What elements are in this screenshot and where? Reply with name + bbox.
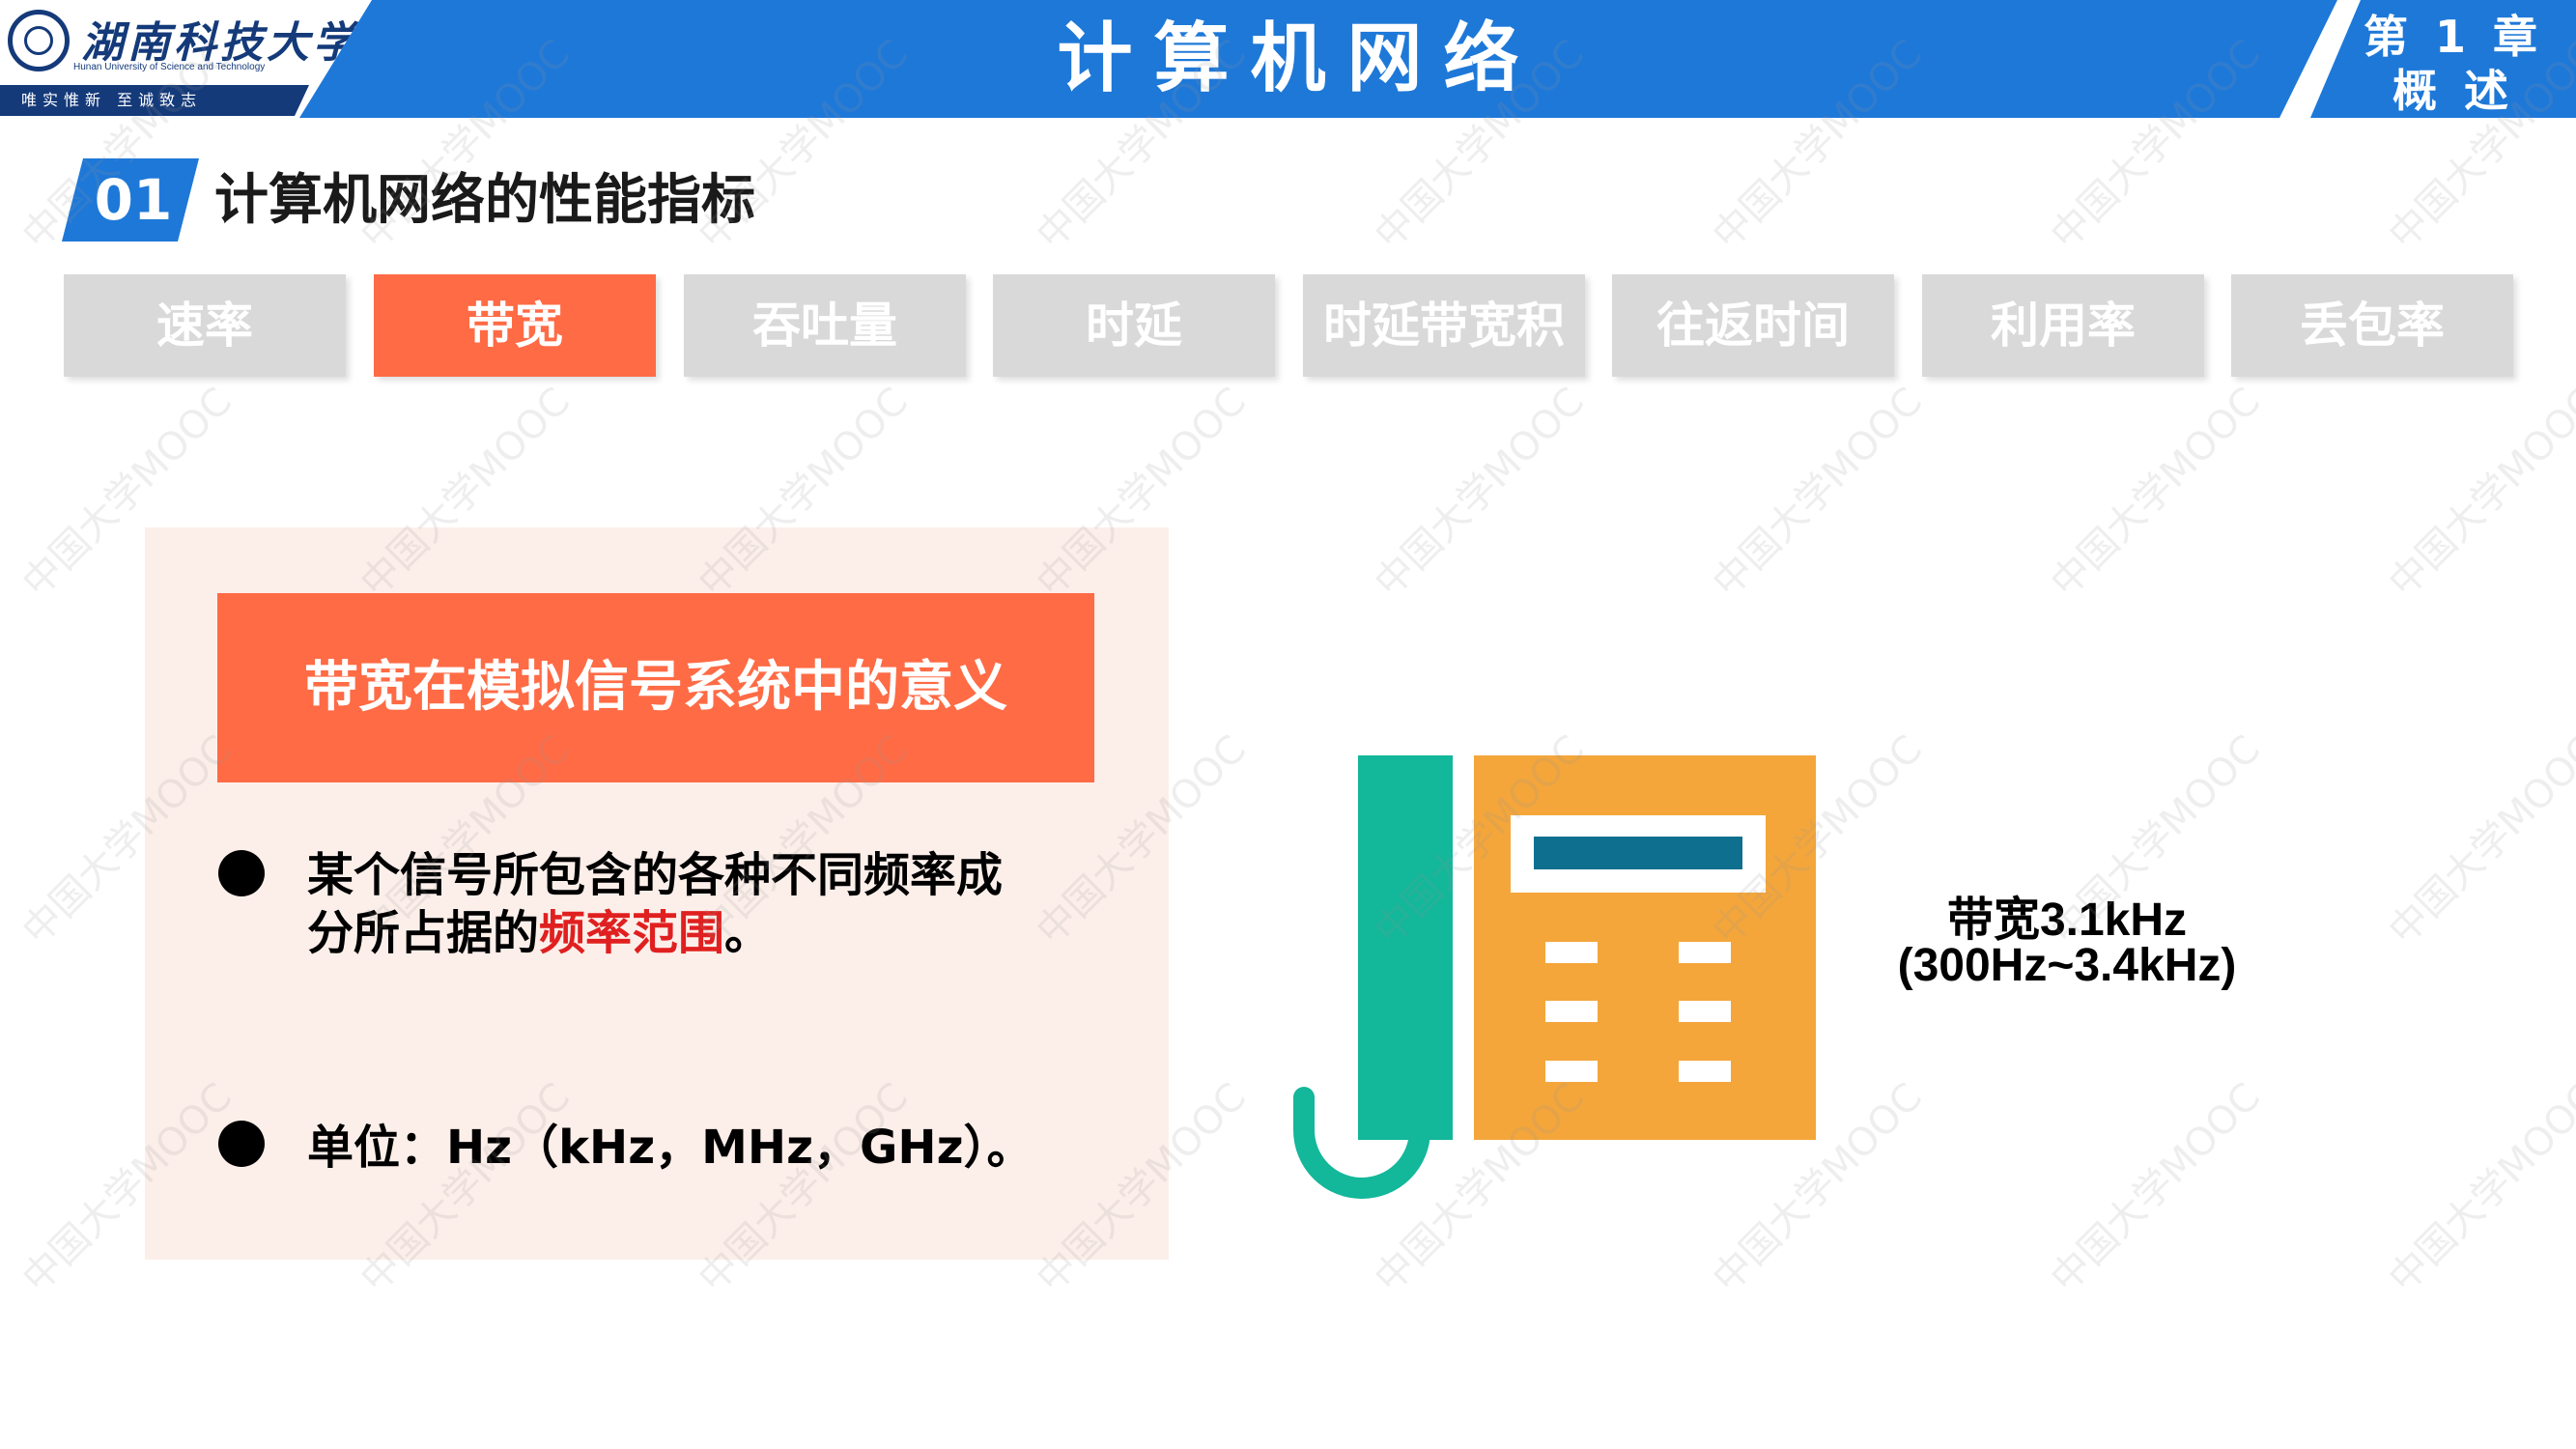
section-number: 01	[62, 158, 199, 242]
watermark-text: 中国大学MOOC	[2381, 380, 2576, 606]
watermark-text: 中国大学MOOC	[2043, 380, 2269, 606]
bullet-1-highlight: 频率范围	[539, 906, 725, 960]
tab-rate[interactable]: 速率	[64, 274, 346, 377]
bandwidth-range: (300Hz~3.4kHz)	[1897, 940, 2237, 991]
bullet-dot-icon	[218, 1121, 265, 1167]
tab-delay-bandwidth-product[interactable]: 时延带宽积	[1303, 274, 1585, 377]
tab-packet-loss[interactable]: 丢包率	[2231, 274, 2513, 377]
bullet-1-suffix: 。	[724, 906, 772, 960]
tab-bandwidth[interactable]: 带宽	[374, 274, 656, 377]
watermark-text: 中国大学MOOC	[1705, 380, 1931, 606]
tab-utilization[interactable]: 利用率	[1922, 274, 2204, 377]
tab-delay[interactable]: 时延	[993, 274, 1275, 377]
tab-round-trip-time[interactable]: 往返时间	[1612, 274, 1894, 377]
bullet-2-text: 单位：Hz（kHz，MHz，GHz）。	[307, 1121, 1033, 1175]
chapter-name: 概 述	[2392, 65, 2514, 117]
telephone-base	[1474, 755, 1816, 1140]
bullet-dot-icon	[218, 850, 265, 896]
watermark-text: 中国大学MOOC	[2381, 1075, 2576, 1301]
bullet-1-prefix: 分所占据的	[307, 906, 540, 960]
watermark-text: 中国大学MOOC	[2381, 727, 2576, 953]
tab-throughput[interactable]: 吞吐量	[684, 274, 966, 377]
course-title: 计算机网络	[1057, 15, 1541, 102]
section-title: 计算机网络的性能指标	[214, 169, 755, 232]
bullet-1-line-1: 某个信号所包含的各种不同频率成	[307, 848, 1004, 902]
watermark-text: 中国大学MOOC	[2043, 1075, 2269, 1301]
telephone-icon	[1293, 755, 1816, 1199]
telephone-handset	[1358, 755, 1453, 1140]
watermark-text: 中国大学MOOC	[1367, 380, 1593, 606]
panel-heading: 带宽在模拟信号系统中的意义	[217, 593, 1094, 782]
bullet-1-line-2: 分所占据的频率范围。	[307, 904, 771, 962]
telephone-screen	[1534, 837, 1742, 869]
